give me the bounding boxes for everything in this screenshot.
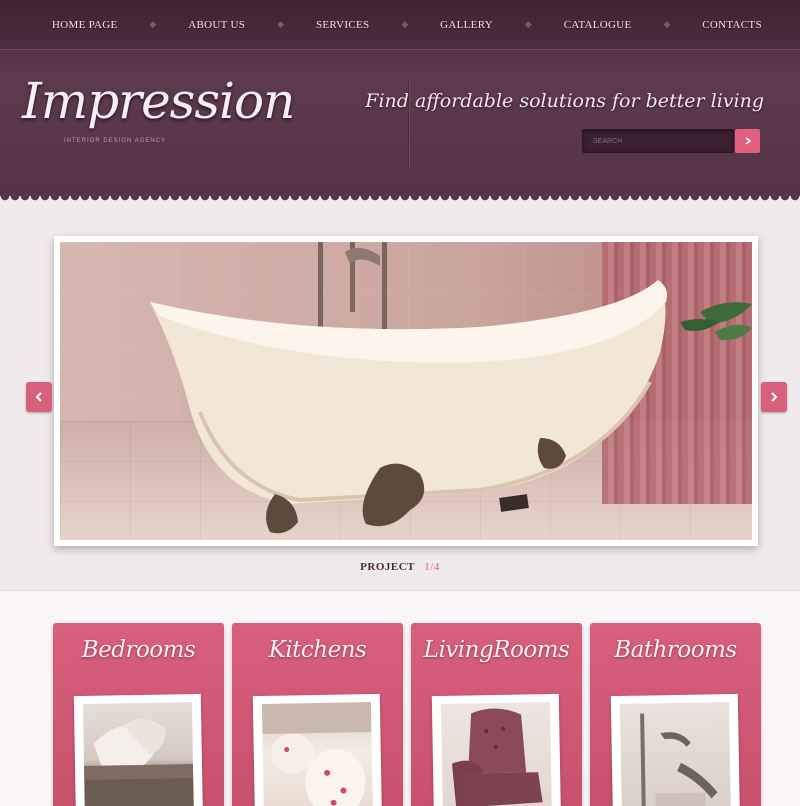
category-photo-frame (73, 693, 204, 806)
main-nav: HOME PAGE ◆ ABOUT US ◆ SERVICES ◆ GALLER… (0, 0, 800, 50)
category-card-bedrooms[interactable]: Bedrooms (53, 623, 224, 806)
armchair-illustration (451, 708, 543, 806)
chevron-right-icon (771, 392, 778, 402)
nav-separator-icon: ◆ (401, 19, 409, 29)
slide-image-bathtub[interactable] (60, 242, 752, 540)
site-logo[interactable]: Impression (22, 72, 295, 130)
site-header: HOME PAGE ◆ ABOUT US ◆ SERVICES ◆ GALLER… (0, 0, 800, 204)
living-room-photo (440, 702, 553, 806)
category-title: LivingRooms (423, 637, 570, 663)
category-title: Bedrooms (81, 637, 196, 663)
nav-separator-icon: ◆ (277, 19, 285, 29)
bathtub-illustration (150, 242, 752, 534)
bathroom-photo (619, 702, 732, 806)
chevron-left-icon (35, 392, 42, 402)
category-photo-frame (610, 693, 741, 806)
category-title: Kitchens (268, 637, 367, 663)
nav-separator-icon: ◆ (524, 19, 532, 29)
category-card-living-rooms[interactable]: LivingRooms (411, 623, 582, 806)
nav-separator-icon: ◆ (149, 19, 157, 29)
header-slogan: Find affordable solutions for better liv… (365, 90, 764, 112)
slider-next-button[interactable] (761, 382, 787, 412)
nav-gallery[interactable]: GALLERY (440, 19, 493, 31)
search-icon (745, 137, 751, 145)
nav-services[interactable]: SERVICES (316, 19, 369, 31)
nav-about-us[interactable]: ABOUT US (188, 19, 245, 31)
project-word: PROJECT (360, 561, 416, 573)
category-photo-frame (431, 693, 562, 806)
slider-prev-button[interactable] (26, 382, 52, 412)
teapot-illustration (261, 702, 372, 806)
search-input[interactable] (582, 129, 734, 153)
category-title: Bathrooms (614, 637, 737, 663)
nav-home-page[interactable]: HOME PAGE (52, 19, 118, 31)
kitchen-photo (261, 702, 374, 806)
bedroom-photo (82, 702, 195, 806)
category-card-bathrooms[interactable]: Bathrooms (590, 623, 761, 806)
slider-pagination: PROJECT 1/4 (0, 561, 800, 573)
nav-contacts[interactable]: CONTACTS (702, 19, 762, 31)
nav-separator-icon: ◆ (663, 19, 671, 29)
sofa-illustration (84, 718, 195, 806)
category-photo-frame (252, 693, 383, 806)
category-card-kitchens[interactable]: Kitchens (232, 623, 403, 806)
slider-frame (54, 236, 758, 546)
project-count: 1/4 (424, 561, 440, 573)
faucet-illustration (640, 713, 718, 806)
nav-catalogue[interactable]: CATALOGUE (564, 19, 632, 31)
logo-subtitle: INTERIOR DESIGN AGENCY (64, 138, 167, 144)
search-button[interactable] (735, 129, 760, 153)
